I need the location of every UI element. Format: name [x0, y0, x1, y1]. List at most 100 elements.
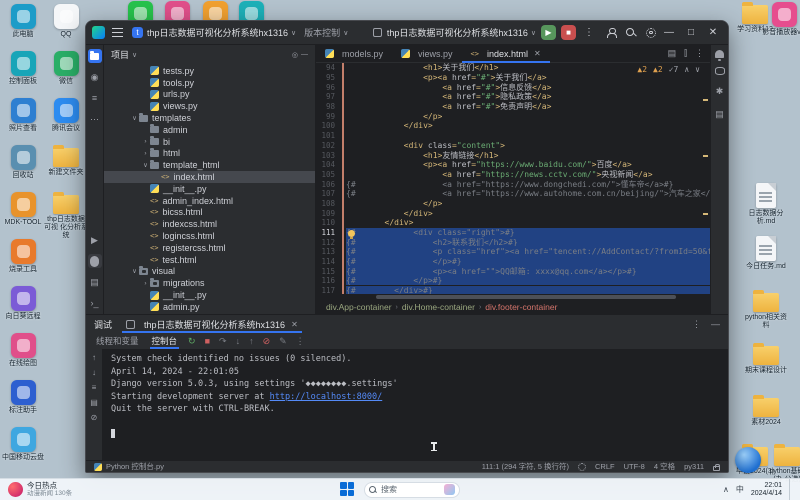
tree-expand-icon[interactable]: › [141, 138, 150, 145]
tree-item-bi[interactable]: ›bi [104, 136, 315, 148]
vcs-widget[interactable]: 版本控制 [304, 26, 340, 39]
tree-item-admin_index-html[interactable]: <>admin_index.html [104, 195, 315, 207]
rerun-icon[interactable]: ↻ [188, 336, 196, 347]
desktop-icon-browser-sphere[interactable] [726, 447, 770, 473]
desktop-icon-edraw-app[interactable]: 在线绘图 [1, 333, 45, 368]
close-button[interactable]: ✕ [704, 27, 722, 38]
status-gear-icon[interactable] [578, 463, 586, 471]
tree-item-indexcss-html[interactable]: <>indexcss.html [104, 218, 315, 230]
soft-wrap-icon[interactable]: ≡ [92, 383, 97, 392]
start-button[interactable] [340, 482, 355, 497]
tree-item-index-html[interactable]: <>index.html [104, 171, 315, 183]
more-tools-icon[interactable]: ⋯ [88, 112, 102, 126]
tab-list-icon[interactable]: ▤ [668, 48, 677, 59]
tree-expand-icon[interactable]: ∨ [130, 114, 139, 122]
desktop-icon-media-player[interactable]: 影音播放器v.x [762, 2, 800, 37]
gradle-icon[interactable]: ▤ [713, 107, 727, 121]
tree-item-bicss-html[interactable]: <>bicss.html [104, 207, 315, 219]
desktop-icon-control-panel[interactable]: 控制面板 [1, 51, 45, 86]
indent-indicator[interactable]: 4 空格 [654, 461, 675, 472]
desktop-icon-photo-viewer[interactable]: 照片查看 [1, 98, 45, 133]
desktop-icon-course-folder[interactable]: 期末课程设计 [744, 343, 788, 375]
debug-console[interactable]: System check identified no issues (0 sil… [103, 349, 728, 460]
stop-icon[interactable]: ■ [205, 336, 210, 346]
run-config-name[interactable]: thp日志数据可视化分析系统hx1316 [387, 26, 528, 39]
breadcrumb-item[interactable]: div.Home-container [402, 302, 475, 312]
tree-item-admin[interactable]: admin [104, 124, 315, 136]
desktop-icon-recycle-bin[interactable]: 回收站 [1, 145, 45, 180]
tree-item-__init__-py[interactable]: __init__.py [104, 183, 315, 195]
tree-expand-icon[interactable]: ∨ [130, 267, 139, 275]
debug-tool-icon[interactable] [88, 254, 102, 268]
print-icon[interactable]: ▤ [90, 398, 98, 407]
ai-assistant-icon[interactable]: ✱ [713, 84, 727, 98]
desktop-icon-tencent-meeting[interactable]: 腾讯会议 [44, 98, 88, 133]
read-lock-icon[interactable] [713, 466, 720, 471]
collapse-all-icon[interactable]: — [301, 51, 308, 58]
desktop-icon-python-folder[interactable]: python相关资料 [744, 290, 788, 330]
edit-run-config-icon[interactable]: ✎ [279, 336, 287, 347]
tray-expand-icon[interactable]: ∧ [723, 485, 729, 494]
tree-item-html[interactable]: ›html [104, 148, 315, 160]
search-input[interactable]: 搜索 [364, 482, 460, 498]
layout-settings-icon[interactable]: ⋮ [692, 319, 701, 330]
breadcrumb-item[interactable]: div.App-container [326, 302, 392, 312]
tree-expand-icon[interactable]: › [141, 150, 150, 157]
desktop-icon-modeling-app[interactable]: 标注助手 [1, 380, 45, 415]
database-icon[interactable] [715, 67, 725, 75]
run-button[interactable]: ▶ [541, 25, 556, 40]
close-icon[interactable]: ✕ [291, 320, 298, 329]
step-out-icon[interactable]: ↑ [249, 336, 254, 346]
line-ending-indicator[interactable]: CRLF [595, 462, 615, 471]
desktop-icon-keil-tool[interactable]: 烧录工具 [1, 239, 45, 274]
scroll-up-icon[interactable]: ↑ [92, 353, 96, 362]
tree-item-templates[interactable]: ∨templates [104, 112, 315, 124]
main-menu-icon[interactable] [112, 28, 123, 37]
desktop-icon-sunflower-remote[interactable]: 向日葵远程 [1, 286, 45, 321]
minimize-button[interactable]: — [660, 27, 678, 38]
select-opened-file-icon[interactable]: ◎ [292, 51, 298, 59]
step-over-icon[interactable]: ↷ [219, 336, 227, 347]
notifications-bell-icon[interactable] [715, 50, 724, 58]
caret-position[interactable]: 111:1 (294 字符, 5 换行符) [482, 461, 569, 472]
desktop-icon-qq[interactable]: QQ [44, 4, 88, 39]
split-editor-icon[interactable]: ⫿ [684, 48, 687, 59]
desktop-icon-project-folder[interactable]: thp日志数据可视 化分析系统 [44, 192, 88, 240]
tree-item-test-html[interactable]: <>test.html [104, 254, 315, 266]
desktop-icon-mobile-cloud[interactable]: 中国移动云盘 [1, 427, 45, 462]
tree-item-tests-py[interactable]: tests.py [104, 65, 315, 77]
debug-panel-title[interactable]: 调试 [94, 318, 112, 331]
desktop-icon-todo-md[interactable]: 今日任务.md [744, 236, 788, 271]
settings-gear-icon[interactable] [646, 28, 656, 38]
step-into-icon[interactable]: ↓ [236, 336, 241, 346]
user-account-icon[interactable] [606, 28, 616, 38]
tree-item-template_html[interactable]: ∨template_html [104, 159, 315, 171]
intention-bulb-icon[interactable] [348, 230, 355, 237]
stop-button[interactable]: ■ [561, 25, 576, 40]
horizontal-scrollbar[interactable] [316, 294, 710, 300]
server-url-link[interactable]: http://localhost:8000/ [270, 392, 383, 402]
more-actions-icon[interactable]: ⋮ [580, 27, 598, 38]
commit-tool-icon[interactable]: ◉ [88, 70, 102, 84]
structure-tool-icon[interactable]: ≡ [88, 91, 102, 105]
more-icon[interactable]: ⋮ [296, 336, 305, 347]
desktop-icon-this-pc[interactable]: 此电脑 [1, 4, 45, 39]
show-desktop-button[interactable] [789, 479, 792, 500]
project-panel-title[interactable]: 项目 [111, 48, 129, 61]
mute-breakpoints-icon[interactable]: ⊘ [263, 336, 271, 347]
desktop-icon-mdk-tool[interactable]: MDK-TOOL [1, 192, 45, 227]
run-tool-icon[interactable]: ▶ [88, 233, 102, 247]
project-name[interactable]: thp日志数据可视化分析系统hx1316 [147, 26, 288, 39]
desktop-icon-new-folder[interactable]: 新建文件夹 [44, 145, 88, 177]
tab-options-icon[interactable]: ⋮ [695, 48, 704, 59]
maximize-button[interactable]: □ [682, 27, 700, 38]
tab-views-py[interactable]: views.py [392, 45, 462, 63]
hide-panel-icon[interactable]: — [711, 319, 720, 330]
interpreter-indicator[interactable]: py311 [684, 462, 704, 471]
tree-item-logincss-html[interactable]: <>logincss.html [104, 230, 315, 242]
tree-expand-icon[interactable]: › [141, 280, 150, 287]
tree-item-admin-py[interactable]: admin.py [104, 301, 315, 313]
debug-view-tab-threads[interactable]: 线程和变量 [94, 333, 141, 349]
tree-item-visual[interactable]: ∨visual [104, 266, 315, 278]
clear-console-icon[interactable]: ⊘ [91, 413, 98, 422]
